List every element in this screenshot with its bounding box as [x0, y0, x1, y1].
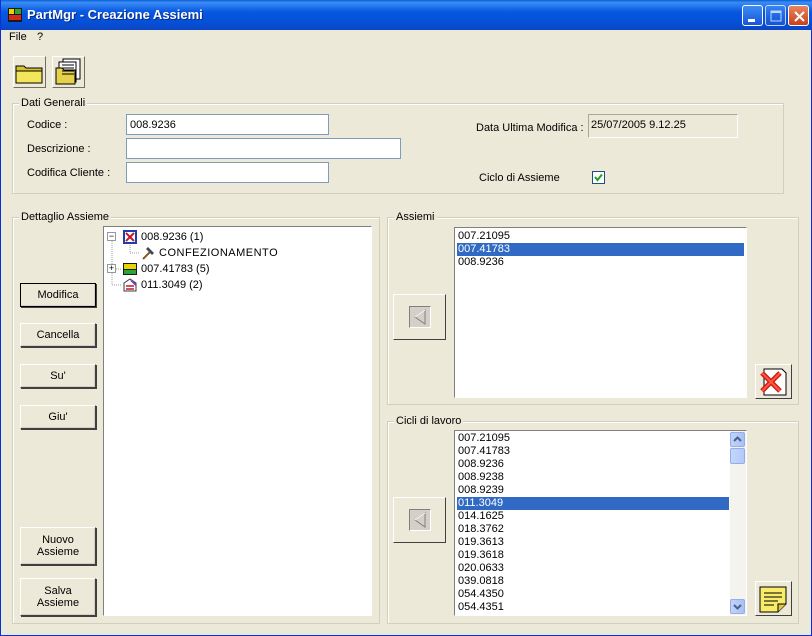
delete-button[interactable]: Cancella: [20, 323, 96, 347]
arrow-left-icon: [414, 512, 426, 528]
customer-code-label: Codifica Cliente :: [27, 167, 111, 179]
tree-item-root[interactable]: 008.9236 (1): [122, 229, 203, 245]
arrow-left-icon: [414, 309, 426, 325]
title-bar: PartMgr - Creazione Assiemi: [1, 0, 812, 30]
maximize-button[interactable]: [765, 5, 786, 26]
assemblies-legend: Assiemi: [394, 211, 437, 223]
notes-button[interactable]: [755, 581, 792, 616]
cycles-list-item[interactable]: 054.4351: [457, 601, 729, 614]
last-modified-value: 25/07/2005 9.12.25: [588, 114, 738, 138]
hammer-icon: [142, 247, 154, 260]
new-assembly-label-1: Nuovo: [42, 534, 74, 546]
component-icon: [123, 263, 137, 275]
delete-document-icon: [760, 368, 787, 396]
code-input[interactable]: [126, 114, 329, 135]
scroll-thumb[interactable]: [730, 448, 745, 464]
cycles-list-item[interactable]: 019.3613: [457, 536, 729, 549]
cycles-list-item[interactable]: 019.3618: [457, 549, 729, 562]
description-input[interactable]: [126, 138, 401, 159]
new-assembly-button[interactable]: Nuovo Assieme: [20, 527, 96, 565]
assemblies-list-item[interactable]: 008.9236: [457, 256, 744, 269]
tree-item-cycle[interactable]: 011.3049 (2): [122, 277, 203, 293]
app-window: PartMgr - Creazione Assiemi File ? Dati: [0, 0, 812, 636]
general-data-legend: Dati Generali: [19, 97, 88, 109]
cycles-list-item[interactable]: 008.9239: [457, 484, 729, 497]
cycles-list-item[interactable]: 014.1625: [457, 510, 729, 523]
assembly-icon: [123, 230, 137, 244]
checkmark-icon: [594, 173, 603, 182]
tree-item-cycle-label: 011.3049 (2): [141, 279, 203, 291]
save-assembly-button[interactable]: Salva Assieme: [20, 578, 96, 616]
cycles-list-item-selected[interactable]: 011.3049: [457, 497, 729, 510]
menu-help[interactable]: ?: [37, 31, 43, 43]
assemblies-list-item[interactable]: 007.21095: [457, 230, 744, 243]
save-assembly-label-1: Salva: [44, 585, 72, 597]
assemblies-list-item-selected[interactable]: 007.41783: [457, 243, 744, 256]
add-assembly-button[interactable]: [393, 294, 446, 340]
modify-button[interactable]: Modifica: [20, 283, 96, 307]
add-assembly-inner: [409, 306, 431, 328]
cycles-list-item[interactable]: 008.9238: [457, 471, 729, 484]
cycle-icon: [123, 278, 137, 292]
sticky-note-icon: [759, 586, 787, 613]
assembly-tree[interactable]: − 008.9236 (1) CONFEZIONAMENTO + 007.417…: [103, 226, 372, 616]
cycles-list-item[interactable]: 007.21095: [457, 432, 729, 445]
scroll-down-button[interactable]: [730, 599, 745, 614]
cycles-list-item[interactable]: 008.9236: [457, 458, 729, 471]
cycles-list-item[interactable]: 020.0633: [457, 562, 729, 575]
description-label: Descrizione :: [27, 143, 91, 155]
assembly-cycle-label: Ciclo di Assieme: [479, 172, 560, 184]
move-down-button[interactable]: Giu': [20, 405, 96, 429]
chevron-down-icon: [733, 604, 742, 610]
tree-item-packaging-label: CONFEZIONAMENTO: [159, 247, 279, 259]
work-cycles-legend: Cicli di lavoro: [394, 415, 464, 427]
save-assembly-label-2: Assieme: [36, 597, 80, 609]
scroll-up-button[interactable]: [730, 432, 745, 447]
open-button[interactable]: [13, 56, 46, 88]
assembly-cycle-checkbox[interactable]: [592, 171, 605, 184]
document-list-icon: [55, 58, 81, 85]
customer-code-input[interactable]: [126, 162, 329, 183]
chevron-up-icon: [733, 436, 742, 442]
work-cycles-listbox[interactable]: 007.21095 007.41783 008.9236 008.9238 00…: [454, 430, 747, 616]
tree-expander-collapse[interactable]: −: [107, 232, 116, 241]
list-button[interactable]: [52, 56, 85, 88]
add-cycle-button[interactable]: [393, 497, 446, 543]
new-assembly-label-2: Assieme: [36, 546, 80, 558]
cycles-list-item[interactable]: 007.41783: [457, 445, 729, 458]
cycles-scrollbar[interactable]: [730, 431, 746, 615]
assemblies-listbox[interactable]: 007.21095 007.41783 008.9236: [454, 227, 747, 398]
assembly-detail-legend: Dettaglio Assieme: [19, 211, 112, 223]
tree-expander-expand[interactable]: +: [107, 264, 116, 273]
tree-item-component-label: 007.41783 (5): [141, 263, 210, 275]
maximize-icon: [770, 10, 782, 22]
app-icon: [8, 8, 22, 22]
menu-bar: File ?: [1, 30, 812, 47]
tree-item-packaging[interactable]: CONFEZIONAMENTO: [140, 245, 278, 261]
move-up-button[interactable]: Su': [20, 364, 96, 388]
close-icon: [794, 11, 805, 22]
window-title: PartMgr - Creazione Assiemi: [27, 7, 203, 22]
minimize-button[interactable]: [742, 5, 763, 26]
last-modified-label: Data Ultima Modifica :: [476, 122, 584, 134]
close-button[interactable]: [788, 5, 809, 26]
delete-assembly-button[interactable]: [755, 364, 792, 399]
cycles-list-item[interactable]: 039.0818: [457, 575, 729, 588]
tree-item-component[interactable]: 007.41783 (5): [122, 261, 210, 277]
minimize-icon: [748, 19, 755, 22]
cycles-list-item[interactable]: 018.3762: [457, 523, 729, 536]
tree-item-root-label: 008.9236 (1): [141, 231, 204, 243]
open-folder-icon: [15, 65, 43, 84]
add-cycle-inner: [409, 509, 431, 531]
menu-file[interactable]: File: [9, 31, 27, 43]
code-label: Codice :: [27, 119, 68, 131]
cycles-list-item[interactable]: 054.4350: [457, 588, 729, 601]
